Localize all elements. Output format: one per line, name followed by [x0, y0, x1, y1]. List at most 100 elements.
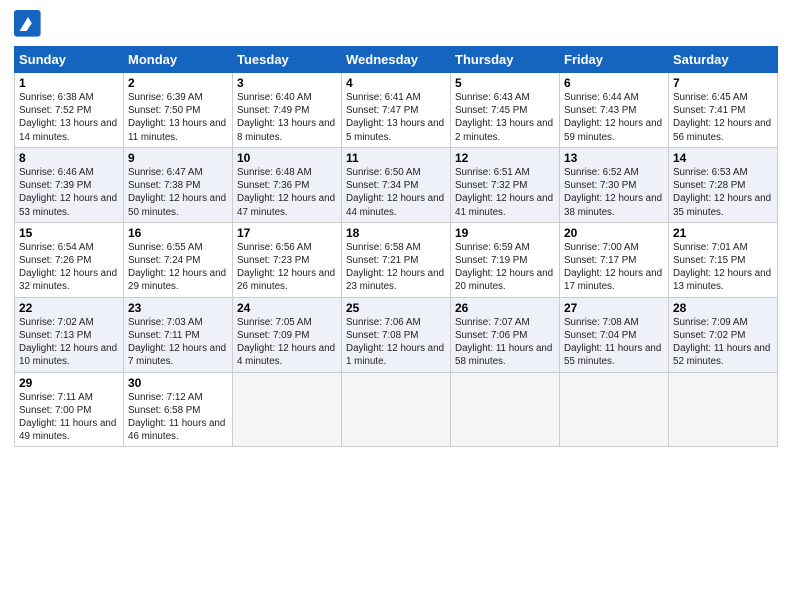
day-info: Sunrise: 6:56 AMSunset: 7:23 PMDaylight:… [237, 242, 335, 293]
calendar-cell: 19 Sunrise: 6:59 AMSunset: 7:19 PMDaylig… [451, 222, 560, 297]
calendar-cell: 11 Sunrise: 6:50 AMSunset: 7:34 PMDaylig… [342, 147, 451, 222]
day-info: Sunrise: 7:02 AMSunset: 7:13 PMDaylight:… [19, 317, 117, 368]
calendar-cell [560, 372, 669, 447]
calendar-cell: 26 Sunrise: 7:07 AMSunset: 7:06 PMDaylig… [451, 297, 560, 372]
day-number: 17 [237, 226, 337, 240]
day-number: 11 [346, 151, 446, 165]
day-info: Sunrise: 6:53 AMSunset: 7:28 PMDaylight:… [673, 167, 771, 218]
calendar-week-1: 1 Sunrise: 6:38 AMSunset: 7:52 PMDayligh… [15, 73, 778, 148]
day-number: 16 [128, 226, 228, 240]
calendar-week-5: 29 Sunrise: 7:11 AMSunset: 7:00 PMDaylig… [15, 372, 778, 447]
calendar-cell: 7 Sunrise: 6:45 AMSunset: 7:41 PMDayligh… [669, 73, 778, 148]
day-info: Sunrise: 7:05 AMSunset: 7:09 PMDaylight:… [237, 317, 335, 368]
calendar-cell: 17 Sunrise: 6:56 AMSunset: 7:23 PMDaylig… [233, 222, 342, 297]
day-info: Sunrise: 6:47 AMSunset: 7:38 PMDaylight:… [128, 167, 226, 218]
day-number: 21 [673, 226, 773, 240]
calendar-cell: 13 Sunrise: 6:52 AMSunset: 7:30 PMDaylig… [560, 147, 669, 222]
calendar-cell [233, 372, 342, 447]
calendar-cell: 14 Sunrise: 6:53 AMSunset: 7:28 PMDaylig… [669, 147, 778, 222]
calendar-cell: 30 Sunrise: 7:12 AMSunset: 6:58 PMDaylig… [124, 372, 233, 447]
day-number: 26 [455, 301, 555, 315]
weekday-header-row: SundayMondayTuesdayWednesdayThursdayFrid… [15, 47, 778, 73]
day-info: Sunrise: 6:40 AMSunset: 7:49 PMDaylight:… [237, 92, 335, 143]
day-info: Sunrise: 7:03 AMSunset: 7:11 PMDaylight:… [128, 317, 226, 368]
day-info: Sunrise: 6:39 AMSunset: 7:50 PMDaylight:… [128, 92, 226, 143]
day-number: 5 [455, 76, 555, 90]
calendar-cell: 23 Sunrise: 7:03 AMSunset: 7:11 PMDaylig… [124, 297, 233, 372]
calendar-cell: 28 Sunrise: 7:09 AMSunset: 7:02 PMDaylig… [669, 297, 778, 372]
calendar-cell: 16 Sunrise: 6:55 AMSunset: 7:24 PMDaylig… [124, 222, 233, 297]
day-number: 10 [237, 151, 337, 165]
day-info: Sunrise: 6:48 AMSunset: 7:36 PMDaylight:… [237, 167, 335, 218]
day-info: Sunrise: 7:06 AMSunset: 7:08 PMDaylight:… [346, 317, 444, 368]
day-number: 9 [128, 151, 228, 165]
logo-icon [14, 10, 42, 38]
weekday-header-friday: Friday [560, 47, 669, 73]
calendar-cell: 2 Sunrise: 6:39 AMSunset: 7:50 PMDayligh… [124, 73, 233, 148]
day-info: Sunrise: 7:08 AMSunset: 7:04 PMDaylight:… [564, 317, 661, 368]
calendar-cell: 9 Sunrise: 6:47 AMSunset: 7:38 PMDayligh… [124, 147, 233, 222]
page-container: SundayMondayTuesdayWednesdayThursdayFrid… [0, 0, 792, 457]
day-number: 2 [128, 76, 228, 90]
logo [14, 10, 46, 38]
day-info: Sunrise: 7:12 AMSunset: 6:58 PMDaylight:… [128, 392, 225, 443]
day-info: Sunrise: 6:59 AMSunset: 7:19 PMDaylight:… [455, 242, 553, 293]
day-number: 12 [455, 151, 555, 165]
calendar-cell: 12 Sunrise: 6:51 AMSunset: 7:32 PMDaylig… [451, 147, 560, 222]
calendar-week-2: 8 Sunrise: 6:46 AMSunset: 7:39 PMDayligh… [15, 147, 778, 222]
day-info: Sunrise: 6:52 AMSunset: 7:30 PMDaylight:… [564, 167, 662, 218]
day-number: 14 [673, 151, 773, 165]
weekday-header-sunday: Sunday [15, 47, 124, 73]
calendar-cell: 24 Sunrise: 7:05 AMSunset: 7:09 PMDaylig… [233, 297, 342, 372]
weekday-header-saturday: Saturday [669, 47, 778, 73]
calendar-table: SundayMondayTuesdayWednesdayThursdayFrid… [14, 46, 778, 447]
calendar-week-3: 15 Sunrise: 6:54 AMSunset: 7:26 PMDaylig… [15, 222, 778, 297]
day-info: Sunrise: 7:09 AMSunset: 7:02 PMDaylight:… [673, 317, 770, 368]
day-number: 19 [455, 226, 555, 240]
day-number: 28 [673, 301, 773, 315]
day-number: 25 [346, 301, 446, 315]
day-number: 22 [19, 301, 119, 315]
day-number: 20 [564, 226, 664, 240]
day-number: 4 [346, 76, 446, 90]
calendar-cell: 27 Sunrise: 7:08 AMSunset: 7:04 PMDaylig… [560, 297, 669, 372]
day-info: Sunrise: 6:46 AMSunset: 7:39 PMDaylight:… [19, 167, 117, 218]
calendar-cell: 10 Sunrise: 6:48 AMSunset: 7:36 PMDaylig… [233, 147, 342, 222]
weekday-header-wednesday: Wednesday [342, 47, 451, 73]
calendar-cell: 3 Sunrise: 6:40 AMSunset: 7:49 PMDayligh… [233, 73, 342, 148]
day-number: 6 [564, 76, 664, 90]
calendar-cell: 6 Sunrise: 6:44 AMSunset: 7:43 PMDayligh… [560, 73, 669, 148]
calendar-cell: 18 Sunrise: 6:58 AMSunset: 7:21 PMDaylig… [342, 222, 451, 297]
calendar-cell: 21 Sunrise: 7:01 AMSunset: 7:15 PMDaylig… [669, 222, 778, 297]
day-number: 24 [237, 301, 337, 315]
day-number: 8 [19, 151, 119, 165]
day-info: Sunrise: 6:43 AMSunset: 7:45 PMDaylight:… [455, 92, 553, 143]
day-info: Sunrise: 6:45 AMSunset: 7:41 PMDaylight:… [673, 92, 771, 143]
day-number: 29 [19, 376, 119, 390]
calendar-cell: 8 Sunrise: 6:46 AMSunset: 7:39 PMDayligh… [15, 147, 124, 222]
day-info: Sunrise: 7:07 AMSunset: 7:06 PMDaylight:… [455, 317, 552, 368]
day-number: 23 [128, 301, 228, 315]
calendar-week-4: 22 Sunrise: 7:02 AMSunset: 7:13 PMDaylig… [15, 297, 778, 372]
weekday-header-tuesday: Tuesday [233, 47, 342, 73]
day-number: 15 [19, 226, 119, 240]
day-info: Sunrise: 6:54 AMSunset: 7:26 PMDaylight:… [19, 242, 117, 293]
day-number: 27 [564, 301, 664, 315]
day-info: Sunrise: 7:00 AMSunset: 7:17 PMDaylight:… [564, 242, 662, 293]
calendar-cell: 15 Sunrise: 6:54 AMSunset: 7:26 PMDaylig… [15, 222, 124, 297]
day-info: Sunrise: 6:51 AMSunset: 7:32 PMDaylight:… [455, 167, 553, 218]
calendar-cell: 25 Sunrise: 7:06 AMSunset: 7:08 PMDaylig… [342, 297, 451, 372]
day-info: Sunrise: 6:41 AMSunset: 7:47 PMDaylight:… [346, 92, 444, 143]
calendar-cell: 5 Sunrise: 6:43 AMSunset: 7:45 PMDayligh… [451, 73, 560, 148]
day-info: Sunrise: 6:50 AMSunset: 7:34 PMDaylight:… [346, 167, 444, 218]
calendar-cell [342, 372, 451, 447]
calendar-cell: 22 Sunrise: 7:02 AMSunset: 7:13 PMDaylig… [15, 297, 124, 372]
day-info: Sunrise: 6:44 AMSunset: 7:43 PMDaylight:… [564, 92, 662, 143]
day-info: Sunrise: 6:38 AMSunset: 7:52 PMDaylight:… [19, 92, 117, 143]
day-number: 1 [19, 76, 119, 90]
calendar-cell: 29 Sunrise: 7:11 AMSunset: 7:00 PMDaylig… [15, 372, 124, 447]
header [14, 10, 778, 38]
day-number: 7 [673, 76, 773, 90]
calendar-cell: 20 Sunrise: 7:00 AMSunset: 7:17 PMDaylig… [560, 222, 669, 297]
day-number: 18 [346, 226, 446, 240]
